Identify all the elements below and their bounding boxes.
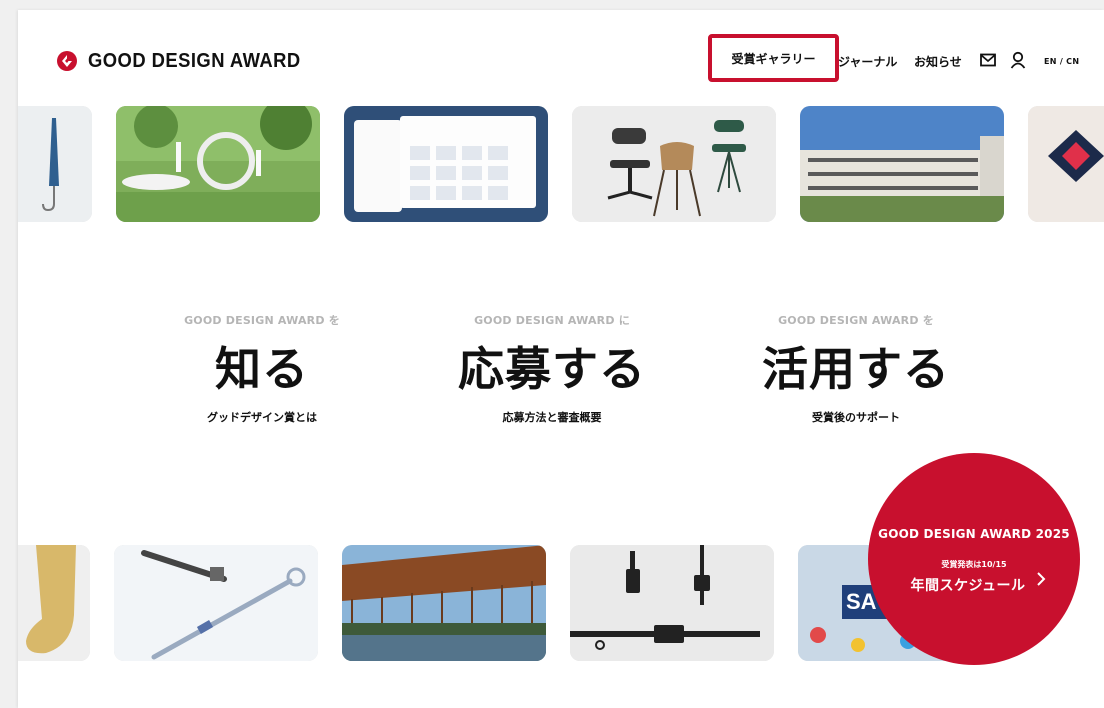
g-mark-logo-icon bbox=[57, 51, 77, 71]
schedule-badge[interactable]: GOOD DESIGN AWARD 2025 受賞発表は10/15 年間スケジュ… bbox=[868, 453, 1080, 665]
site-logo[interactable]: GOOD DESIGN AWARD bbox=[56, 48, 319, 74]
badge-title: GOOD DESIGN AWARD 2025 bbox=[878, 527, 1070, 541]
column-know-title[interactable]: 知る bbox=[132, 342, 392, 397]
device-image bbox=[1028, 106, 1104, 222]
mail-icon[interactable] bbox=[980, 53, 996, 67]
column-know: GOOD DESIGN AWARD を 知る グッドデザイン賞とは bbox=[132, 312, 392, 425]
logo-text: GOOD DESIGN AWARD bbox=[88, 49, 301, 72]
chevron-right-icon bbox=[1037, 572, 1046, 586]
image-tile-playground[interactable] bbox=[116, 106, 320, 222]
column-apply-title[interactable]: 応募する bbox=[422, 342, 682, 397]
column-utilize-link[interactable]: 受賞後のサポート bbox=[726, 409, 986, 425]
building-image bbox=[800, 106, 1004, 222]
top-image-row bbox=[18, 106, 1104, 222]
image-tile-hooks[interactable] bbox=[570, 545, 774, 661]
user-icon[interactable] bbox=[1010, 51, 1026, 69]
software-ui-image bbox=[344, 106, 548, 222]
language-switch[interactable]: EN / CN bbox=[1044, 57, 1079, 66]
nav-award-gallery[interactable]: 受賞ギャラリー bbox=[708, 34, 839, 82]
badge-date: 受賞発表は10/15 bbox=[941, 560, 1007, 569]
image-tile-medical-device[interactable] bbox=[114, 545, 318, 661]
nav-journal[interactable]: ジャーナル bbox=[838, 53, 897, 70]
nav-news[interactable]: お知らせ bbox=[914, 53, 962, 70]
image-tile-sock[interactable] bbox=[18, 545, 90, 661]
column-utilize-title[interactable]: 活用する bbox=[726, 342, 986, 397]
chairs-image bbox=[572, 106, 776, 222]
medical-device-image bbox=[114, 545, 318, 661]
page: GOOD DESIGN AWARD 受賞ギャラリー ジャーナル お知らせ EN … bbox=[18, 10, 1104, 708]
hooks-image bbox=[570, 545, 774, 661]
column-know-sub: GOOD DESIGN AWARD を bbox=[184, 314, 340, 327]
umbrella-image bbox=[18, 106, 92, 222]
image-tile-device[interactable] bbox=[1028, 106, 1104, 222]
image-tile-software-ui[interactable] bbox=[344, 106, 548, 222]
column-apply: GOOD DESIGN AWARD に 応募する 応募方法と審査概要 bbox=[422, 312, 682, 425]
column-utilize-sub: GOOD DESIGN AWARD を bbox=[778, 314, 934, 327]
column-apply-sub: GOOD DESIGN AWARD に bbox=[474, 314, 630, 327]
playground-image bbox=[116, 106, 320, 222]
column-apply-link[interactable]: 応募方法と審査概要 bbox=[422, 409, 682, 425]
sock-image bbox=[18, 545, 90, 661]
column-know-link[interactable]: グッドデザイン賞とは bbox=[132, 409, 392, 425]
wooden-pavilion-image bbox=[342, 545, 546, 661]
column-utilize: GOOD DESIGN AWARD を 活用する 受賞後のサポート bbox=[726, 312, 986, 425]
image-tile-building[interactable] bbox=[800, 106, 1004, 222]
image-tile-chairs[interactable] bbox=[572, 106, 776, 222]
image-tile-wooden-pavilion[interactable] bbox=[342, 545, 546, 661]
image-tile-umbrella[interactable] bbox=[18, 106, 92, 222]
main-nav: 受賞ギャラリー ジャーナル お知らせ EN / CN bbox=[708, 34, 1104, 82]
